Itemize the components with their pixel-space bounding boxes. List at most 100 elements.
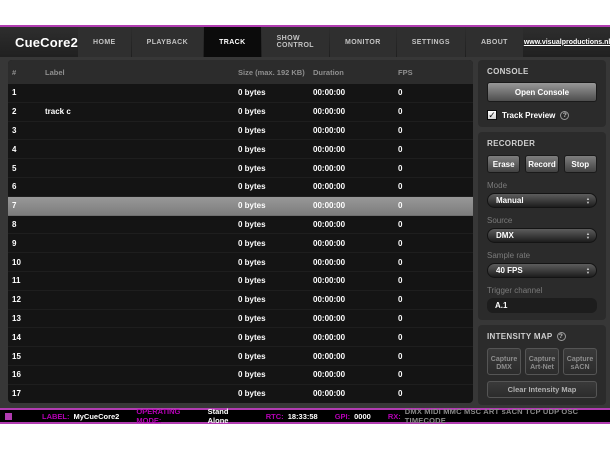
mode-field: Mode Manual ▲▼ bbox=[487, 181, 597, 208]
cell-num: 15 bbox=[12, 352, 45, 361]
table-row[interactable]: 30 bytes00:00:000 bbox=[8, 122, 473, 141]
cell-fps: 0 bbox=[398, 145, 473, 154]
column-header-size: Size (max. 192 KB) bbox=[238, 68, 313, 77]
cell-size: 0 bytes bbox=[238, 239, 313, 248]
table-row[interactable]: 60 bytes00:00:000 bbox=[8, 178, 473, 197]
capture-dmx-button[interactable]: CaptureDMX bbox=[487, 348, 521, 375]
intensity-map-panel: INTENSITY MAP ? CaptureDMXCaptureArt-Net… bbox=[478, 325, 606, 405]
table-row[interactable]: 140 bytes00:00:000 bbox=[8, 328, 473, 347]
cell-dur: 00:00:00 bbox=[313, 239, 398, 248]
table-row[interactable]: 40 bytes00:00:000 bbox=[8, 140, 473, 159]
cell-num: 7 bbox=[12, 201, 45, 210]
cell-fps: 0 bbox=[398, 389, 473, 398]
track-preview-checkbox[interactable]: ✓ bbox=[487, 110, 497, 120]
cell-size: 0 bytes bbox=[238, 201, 313, 210]
cell-dur: 00:00:00 bbox=[313, 220, 398, 229]
cell-fps: 0 bbox=[398, 220, 473, 229]
console-panel: CONSOLE Open Console ✓ Track Preview ? bbox=[478, 60, 606, 127]
mode-value: Manual bbox=[496, 196, 524, 205]
table-row[interactable]: 2track c0 bytes00:00:000 bbox=[8, 103, 473, 122]
cell-dur: 00:00:00 bbox=[313, 295, 398, 304]
cell-size: 0 bytes bbox=[238, 276, 313, 285]
mode-label: Mode bbox=[487, 181, 597, 190]
trigger-channel-input[interactable]: A.1 bbox=[487, 298, 597, 313]
cell-dur: 00:00:00 bbox=[313, 276, 398, 285]
cell-dur: 00:00:00 bbox=[313, 201, 398, 210]
cell-size: 0 bytes bbox=[238, 352, 313, 361]
table-row[interactable]: 170 bytes00:00:000 bbox=[8, 385, 473, 403]
cell-dur: 00:00:00 bbox=[313, 314, 398, 323]
cell-num: 5 bbox=[12, 164, 45, 173]
intensity-map-title-text: INTENSITY MAP bbox=[487, 332, 553, 341]
cell-num: 16 bbox=[12, 370, 45, 379]
column-header-fps: FPS bbox=[398, 68, 473, 77]
capture-art-net-button[interactable]: CaptureArt-Net bbox=[525, 348, 559, 375]
cell-num: 9 bbox=[12, 239, 45, 248]
sample-rate-label: Sample rate bbox=[487, 251, 597, 260]
table-row[interactable]: 160 bytes00:00:000 bbox=[8, 366, 473, 385]
app-logo: CueCore2 bbox=[0, 35, 78, 50]
cell-num: 10 bbox=[12, 258, 45, 267]
source-value: DMX bbox=[496, 231, 514, 240]
table-row[interactable]: 15 0 bytes00:00:000 bbox=[8, 347, 473, 366]
table-row[interactable]: 10 bytes00:00:000 bbox=[8, 84, 473, 103]
track-preview-help-icon[interactable]: ? bbox=[560, 111, 569, 120]
main-area: #LabelSize (max. 192 KB)DurationFPS 10 b… bbox=[0, 57, 610, 408]
open-console-button[interactable]: Open Console bbox=[487, 82, 597, 102]
cell-dur: 00:00:00 bbox=[313, 164, 398, 173]
clear-intensity-map-button[interactable]: Clear Intensity Map bbox=[487, 381, 597, 398]
visualproductions-link[interactable]: www.visualproductions.nl bbox=[524, 39, 610, 46]
capture-sacn-button[interactable]: CapturesACN bbox=[563, 348, 597, 375]
sample-rate-select[interactable]: 40 FPS ▲▼ bbox=[487, 263, 597, 278]
table-row[interactable]: 7 0 bytes00:00:000 bbox=[8, 197, 473, 216]
tab-home[interactable]: HOME bbox=[78, 27, 131, 57]
tab-playback[interactable]: PLAYBACK bbox=[132, 27, 203, 57]
cell-dur: 00:00:00 bbox=[313, 145, 398, 154]
cell-fps: 0 bbox=[398, 182, 473, 191]
table-row[interactable]: 110 bytes00:00:000 bbox=[8, 272, 473, 291]
tab-track[interactable]: TRACK bbox=[204, 27, 261, 57]
cell-fps: 0 bbox=[398, 352, 473, 361]
record-button[interactable]: Record bbox=[525, 155, 558, 173]
sample-rate-field: Sample rate 40 FPS ▲▼ bbox=[487, 251, 597, 278]
sample-rate-value: 40 FPS bbox=[496, 266, 523, 275]
cell-size: 0 bytes bbox=[238, 295, 313, 304]
tab-monitor[interactable]: MONITOR bbox=[330, 27, 396, 57]
cell-num: 13 bbox=[12, 314, 45, 323]
cell-num: 11 bbox=[12, 276, 45, 285]
stepper-arrows-icon: ▲▼ bbox=[586, 197, 590, 203]
cell-fps: 0 bbox=[398, 201, 473, 210]
table-row[interactable]: 80 bytes00:00:000 bbox=[8, 216, 473, 235]
track-preview-toggle[interactable]: ✓ Track Preview ? bbox=[487, 110, 597, 120]
tab-about[interactable]: ABOUT bbox=[466, 27, 523, 57]
cell-dur: 00:00:00 bbox=[313, 352, 398, 361]
cell-size: 0 bytes bbox=[238, 126, 313, 135]
cell-num: 17 bbox=[12, 389, 45, 398]
page: CueCore2 HOMEPLAYBACKTRACKSHOW CONTROLMO… bbox=[0, 0, 610, 450]
cell-size: 0 bytes bbox=[238, 88, 313, 97]
stop-button[interactable]: Stop bbox=[564, 155, 597, 173]
table-row[interactable]: 50 bytes00:00:000 bbox=[8, 159, 473, 178]
source-label: Source bbox=[487, 216, 597, 225]
table-row[interactable]: 130 bytes00:00:000 bbox=[8, 310, 473, 329]
table-row[interactable]: 90 bytes00:00:000 bbox=[8, 234, 473, 253]
intensity-map-help-icon[interactable]: ? bbox=[557, 332, 566, 341]
mode-select[interactable]: Manual ▲▼ bbox=[487, 193, 597, 208]
source-select[interactable]: DMX ▲▼ bbox=[487, 228, 597, 243]
cell-dur: 00:00:00 bbox=[313, 182, 398, 191]
tab-show-control[interactable]: SHOW CONTROL bbox=[262, 27, 329, 57]
table-row[interactable]: 120 bytes00:00:000 bbox=[8, 291, 473, 310]
cell-fps: 0 bbox=[398, 88, 473, 97]
column-header--: # bbox=[12, 68, 45, 77]
erase-button[interactable]: Erase bbox=[487, 155, 520, 173]
cell-size: 0 bytes bbox=[238, 258, 313, 267]
table-row[interactable]: 100 bytes00:00:000 bbox=[8, 253, 473, 272]
cell-dur: 00:00:00 bbox=[313, 126, 398, 135]
cell-size: 0 bytes bbox=[238, 220, 313, 229]
cell-fps: 0 bbox=[398, 333, 473, 342]
source-field: Source DMX ▲▼ bbox=[487, 216, 597, 243]
status-rx-value: DMX MIDI MMC MSC ART sACN TCP UDP OSC TI… bbox=[405, 407, 610, 425]
tab-settings[interactable]: SETTINGS bbox=[397, 27, 465, 57]
track-table-body: 10 bytes00:00:0002track c0 bytes00:00:00… bbox=[8, 84, 473, 403]
cell-fps: 0 bbox=[398, 370, 473, 379]
